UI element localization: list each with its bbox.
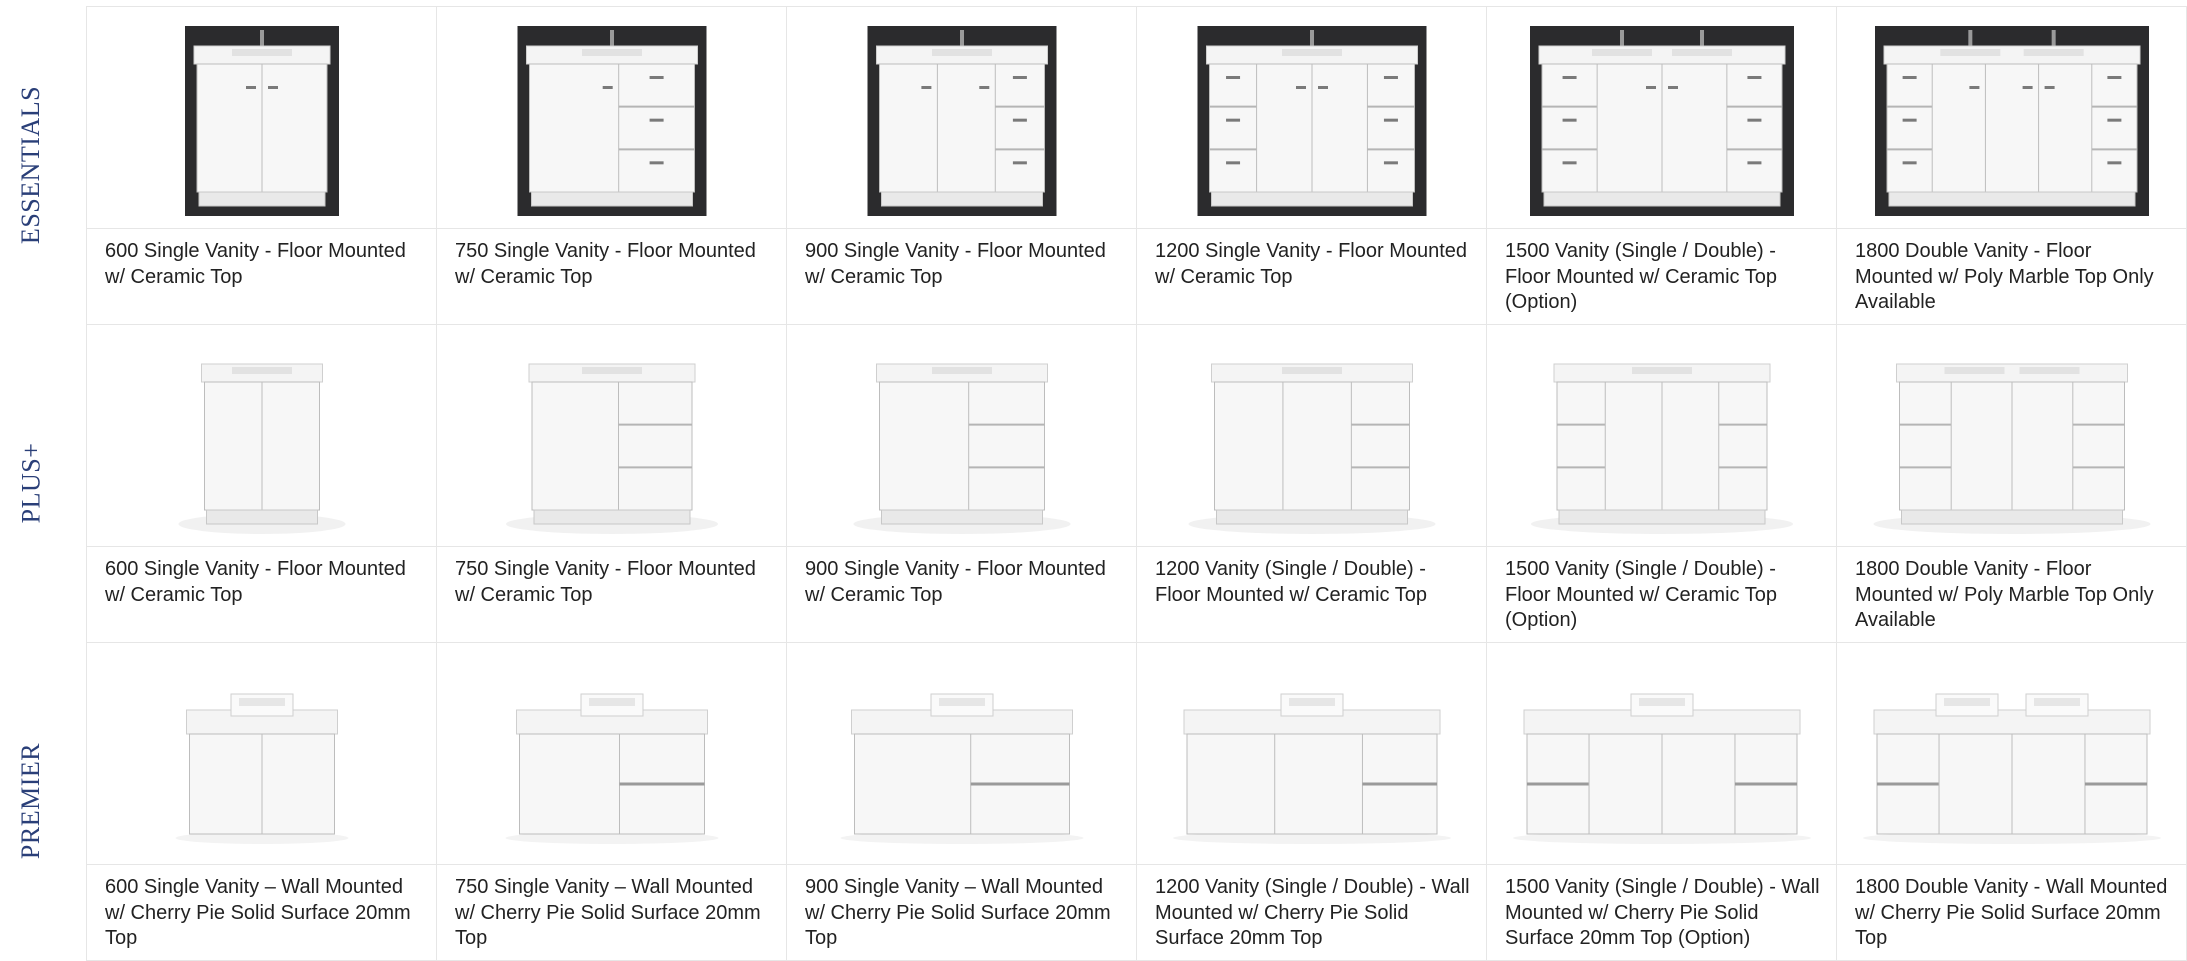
- product-caption: 600 Single Vanity - Floor Mounted w/ Cer…: [87, 229, 437, 325]
- vanity-600-floor-image: [184, 25, 339, 216]
- vanity-600-floor-image: [178, 363, 345, 534]
- vanity-750-floor-image: [517, 25, 706, 216]
- vanity-1200-floor-image: [1197, 25, 1426, 216]
- vanity-600-wall-image: [175, 693, 348, 844]
- product-image-cell: [787, 325, 1137, 547]
- product-caption: 1500 Vanity (Single / Double) - Floor Mo…: [1487, 547, 1837, 643]
- vanity-1800-floor-image: [1874, 25, 2149, 216]
- product-image-cell: [787, 643, 1137, 865]
- product-image-cell: [1487, 325, 1837, 547]
- vanity-750-wall-image: [505, 693, 718, 844]
- vanity-750-floor-image: [505, 363, 718, 534]
- product-image-cell: [87, 7, 437, 229]
- product-caption: 900 Single Vanity - Floor Mounted w/ Cer…: [787, 547, 1137, 643]
- product-image-cell: [1837, 643, 2187, 865]
- product-caption: 900 Single Vanity – Wall Mounted w/ Cher…: [787, 865, 1137, 961]
- vanity-1800-wall-image: [1862, 693, 2161, 844]
- product-caption: 1800 Double Vanity - Floor Mounted w/ Po…: [1837, 229, 2187, 325]
- product-caption: 1200 Single Vanity - Floor Mounted w/ Ce…: [1137, 229, 1487, 325]
- vanity-900-wall-image: [840, 693, 1083, 844]
- row-label-premier: PREMIER: [0, 642, 62, 960]
- product-image-cell: [1487, 643, 1837, 865]
- product-caption: 900 Single Vanity - Floor Mounted w/ Cer…: [787, 229, 1137, 325]
- product-image-cell: [437, 325, 787, 547]
- product-image-cell: [787, 7, 1137, 229]
- product-caption: 600 Single Vanity – Wall Mounted w/ Cher…: [87, 865, 437, 961]
- product-caption: 1200 Vanity (Single / Double) - Floor Mo…: [1137, 547, 1487, 643]
- product-caption: 600 Single Vanity - Floor Mounted w/ Cer…: [87, 547, 437, 643]
- product-caption: 1800 Double Vanity - Floor Mounted w/ Po…: [1837, 547, 2187, 643]
- product-caption: 1800 Double Vanity - Wall Mounted w/ Che…: [1837, 865, 2187, 961]
- product-caption: 1500 Vanity (Single / Double) - Wall Mou…: [1487, 865, 1837, 961]
- product-image-cell: [1487, 7, 1837, 229]
- product-caption: 1200 Vanity (Single / Double) - Wall Mou…: [1137, 865, 1487, 961]
- vanity-1200-floor-image: [1188, 363, 1435, 534]
- row-label-text: PREMIER: [16, 742, 45, 860]
- product-caption: 750 Single Vanity – Wall Mounted w/ Cher…: [437, 865, 787, 961]
- vanity-1500-floor-image: [1530, 363, 1793, 534]
- vanity-1800-floor-image: [1873, 363, 2150, 534]
- product-image-cell: [87, 643, 437, 865]
- vanity-900-floor-image: [867, 25, 1056, 216]
- product-image-cell: [437, 643, 787, 865]
- product-caption: 750 Single Vanity - Floor Mounted w/ Cer…: [437, 229, 787, 325]
- product-image-cell: [1837, 325, 2187, 547]
- row-label-text: ESSENTIALS: [16, 85, 45, 245]
- vanity-1500-floor-image: [1529, 25, 1794, 216]
- product-caption: 750 Single Vanity - Floor Mounted w/ Cer…: [437, 547, 787, 643]
- row-label-plus: PLUS+: [0, 324, 62, 642]
- product-image-cell: [1837, 7, 2187, 229]
- row-label-essentials: ESSENTIALS: [0, 6, 62, 324]
- row-label-text: PLUS+: [16, 442, 45, 524]
- vanity-900-floor-image: [853, 363, 1070, 534]
- product-image-cell: [1137, 643, 1487, 865]
- product-image-cell: [1137, 7, 1487, 229]
- product-grid: 600 Single Vanity - Floor Mounted w/ Cer…: [86, 6, 2187, 961]
- vanity-1500-wall-image: [1512, 693, 1811, 844]
- product-image-cell: [1137, 325, 1487, 547]
- vanity-1200-wall-image: [1172, 693, 1451, 844]
- product-image-cell: [437, 7, 787, 229]
- vanity-range-sheet: ESSENTIALS PLUS+ PREMIER 600 Single Vani…: [0, 0, 2187, 961]
- product-image-cell: [87, 325, 437, 547]
- product-caption: 1500 Vanity (Single / Double) - Floor Mo…: [1487, 229, 1837, 325]
